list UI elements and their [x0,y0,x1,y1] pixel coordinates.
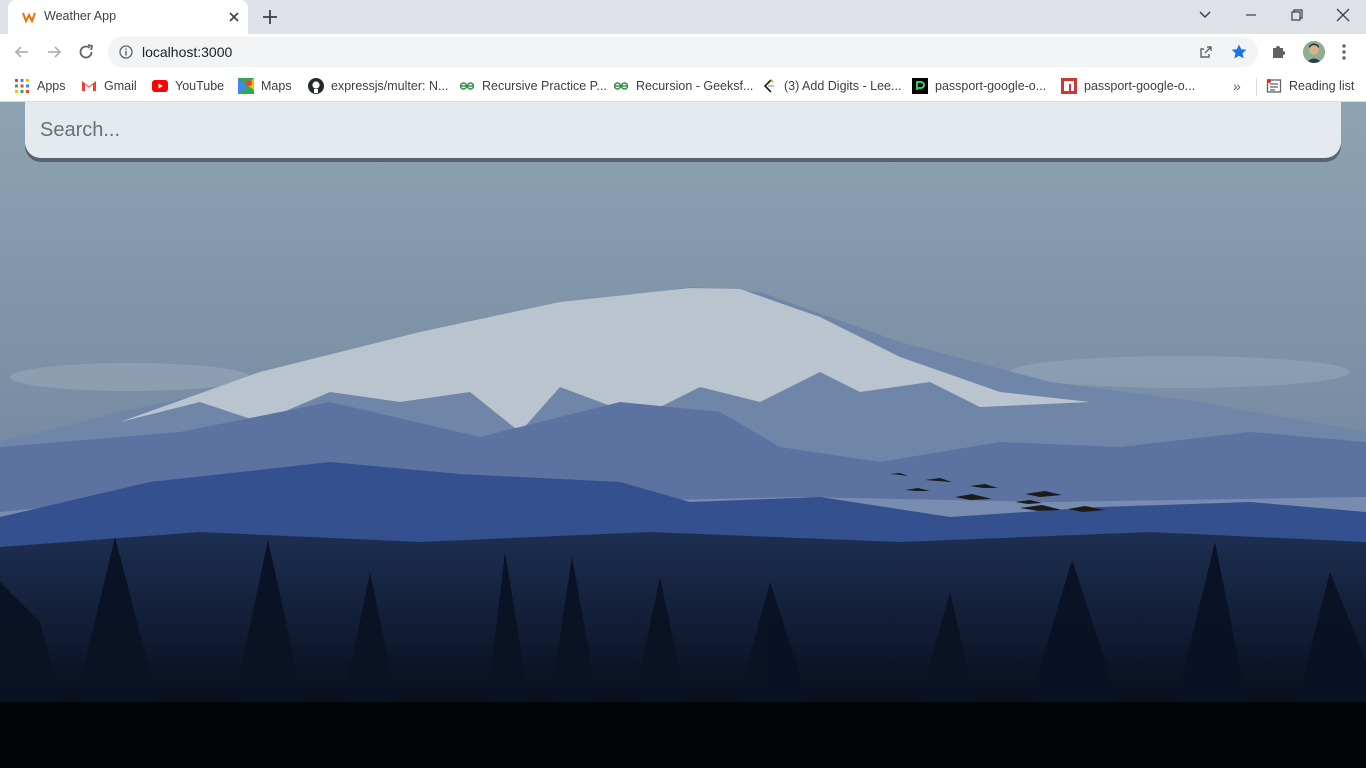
minimize-icon[interactable] [1240,6,1262,24]
bookmark-label: passport-google-o... [1084,79,1196,93]
reload-icon[interactable] [76,42,96,62]
geeksforgeeks-icon [613,78,629,94]
bookmark-star-icon[interactable] [1230,43,1248,61]
github-icon [308,78,324,94]
chrome-menu-icon[interactable] [1336,43,1352,61]
new-tab-icon[interactable] [260,7,280,27]
back-icon[interactable] [12,42,32,62]
bookmark-recursive-practice[interactable]: Recursive Practice P... [459,76,607,96]
tab-title: Weather App [44,9,117,23]
bookmark-label: Maps [261,79,292,93]
geeksforgeeks-icon [459,78,475,94]
bookmark-apps[interactable]: Apps [14,76,66,96]
bookmark-passport-google-2[interactable]: passport-google-o... [1061,76,1195,96]
search-bar[interactable] [25,102,1341,158]
bookmark-youtube[interactable]: YouTube [152,76,224,96]
apps-grid-icon [14,78,30,94]
youtube-icon [152,78,168,94]
tab-weather-app[interactable]: Weather App [8,0,248,34]
share-icon[interactable] [1198,44,1214,60]
site-info-icon[interactable] [119,45,133,59]
extensions-puzzle-icon[interactable] [1270,42,1288,60]
bookmark-maps[interactable]: Maps [238,76,292,96]
bookmark-leetcode[interactable]: (3) Add Digits - Lee... [761,76,901,96]
passport-icon [912,78,928,94]
address-bar[interactable]: localhost:3000 [108,37,1258,67]
reading-list-label: Reading list [1289,79,1355,93]
url-text[interactable]: localhost:3000 [142,44,232,60]
restore-icon[interactable] [1286,6,1308,24]
tab-strip: Weather App [0,0,1366,34]
bookmark-label: passport-google-o... [935,79,1047,93]
npm-icon [1061,78,1077,94]
bookmark-passport-google-1[interactable]: passport-google-o... [912,76,1046,96]
tab-search-icon[interactable] [1194,6,1216,24]
bookmark-label: Gmail [104,79,137,93]
reading-list-button[interactable]: Reading list [1266,76,1354,96]
bookmark-label: YouTube [175,79,225,93]
bookmark-recursion-geeks[interactable]: Recursion - Geeksf... [613,76,753,96]
profile-photo-icon [1303,41,1325,63]
bookmark-label: Recursion - Geeksf... [636,79,754,93]
bookmark-gmail[interactable]: Gmail [81,76,137,96]
bookmark-github-multer[interactable]: expressjs/multer: N... [308,76,448,96]
bookmarks-divider [1256,78,1257,96]
mountain-landscape-background [0,102,1366,768]
browser-toolbar: localhost:3000 [0,34,1366,70]
maps-icon [238,78,254,94]
bookmark-label: expressjs/multer: N... [331,79,449,93]
close-window-icon[interactable] [1332,6,1354,24]
leetcode-icon [761,78,777,94]
more-bookmarks-chevron-icon[interactable]: » [1233,78,1241,94]
bookmark-label: Apps [37,79,66,93]
forward-icon[interactable] [44,42,64,62]
bookmark-label: Recursive Practice P... [482,79,607,93]
search-input[interactable] [25,102,1341,158]
page-viewport [0,102,1366,768]
gmail-icon [81,78,97,94]
profile-avatar[interactable] [1303,41,1325,63]
bookmark-label: (3) Add Digits - Lee... [784,79,902,93]
close-tab-icon[interactable] [226,9,242,25]
weather-app-favicon [22,12,36,24]
reading-list-icon [1266,78,1282,94]
bookmarks-bar: Apps Gmail YouTube Maps expressjs/multer… [0,70,1366,102]
